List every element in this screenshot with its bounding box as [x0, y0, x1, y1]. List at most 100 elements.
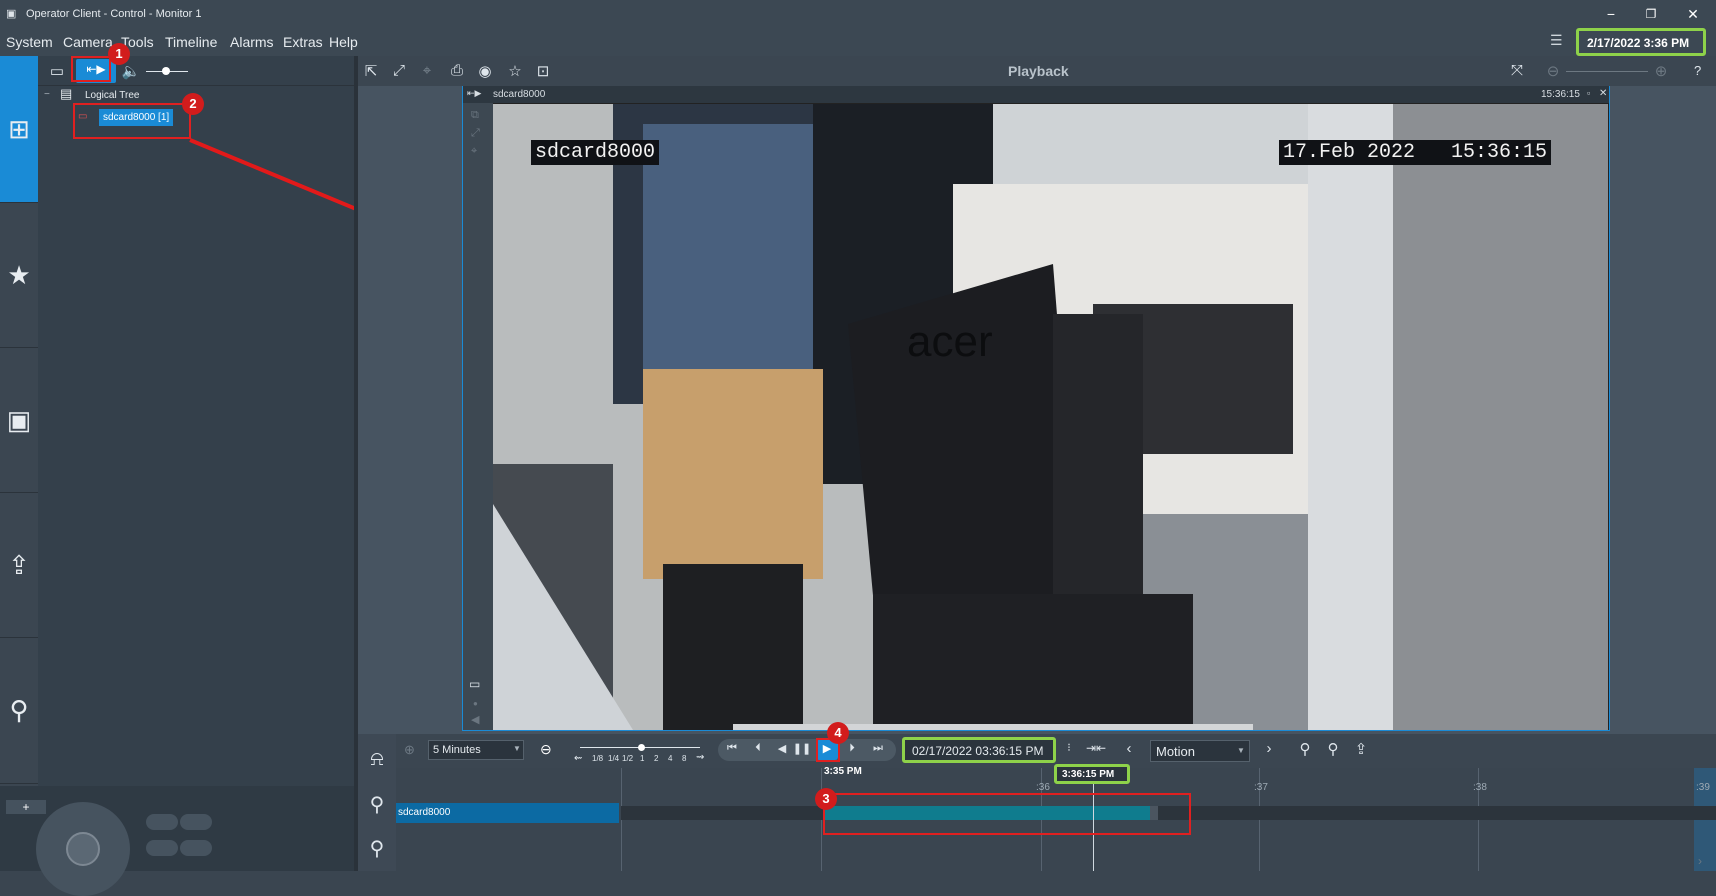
clock-highlight: 2/17/2022 3:36 PM: [1576, 28, 1706, 56]
tile-header: ⇤▶ sdcard8000 15:36:15 ▫ ✕: [463, 86, 1609, 103]
tick-37: :37: [1254, 782, 1268, 793]
tile-time: 15:36:15: [1541, 89, 1580, 100]
timeline-minus-icon[interactable]: ⊖: [540, 741, 552, 758]
monitor-brand: acer: [907, 317, 993, 366]
menu-extras[interactable]: Extras: [283, 34, 323, 50]
zoom-out-icon[interactable]: ⊖: [1542, 62, 1564, 80]
track-header[interactable]: sdcard8000: [396, 803, 619, 823]
resize-icon[interactable]: ⤢: [388, 62, 410, 79]
speed-slider-thumb[interactable]: [638, 744, 645, 751]
ptz-center[interactable]: [66, 832, 100, 866]
osd-datetime: 17.Feb 2022 15:36:15: [1279, 140, 1552, 165]
next-event-icon[interactable]: ›: [1262, 740, 1276, 757]
callout-1: 1: [108, 43, 130, 65]
zoom-in-icon[interactable]: ⊕: [1650, 62, 1672, 80]
tree-root[interactable]: Logical Tree: [85, 90, 139, 101]
step-forward-icon[interactable]: ⏵: [842, 742, 862, 755]
tile-maximize-icon[interactable]: ▫: [1587, 88, 1590, 98]
tile-audio-icon[interactable]: ◀: [471, 713, 479, 726]
chevron-down-icon: ▼: [513, 744, 521, 753]
video-tile[interactable]: acer sdcard8000 17.Feb 2022 15:36:15: [462, 86, 1610, 731]
menu-help[interactable]: Help: [329, 34, 358, 50]
callout-box-3: [823, 793, 1191, 835]
speed-label-8: 8: [682, 754, 687, 763]
exit-fullscreen-icon[interactable]: ⇱: [360, 62, 382, 80]
search-person-icon: ⚲: [9, 695, 29, 725]
close-button[interactable]: ✕: [1678, 4, 1708, 24]
ptz-preset-d[interactable]: [180, 840, 212, 856]
zoom-selection-icon[interactable]: ⚲: [1322, 740, 1344, 758]
menu-timeline[interactable]: Timeline: [165, 34, 217, 50]
volume-slider-thumb[interactable]: [162, 67, 170, 75]
print-icon[interactable]: ⎙: [446, 62, 468, 79]
cursor-time: 3:36:15 PM: [1062, 769, 1115, 780]
tile-zoom-icon[interactable]: ⤢: [471, 127, 480, 140]
tile-camera-name: sdcard8000: [493, 89, 546, 100]
speed-label-1: 1: [640, 754, 645, 763]
collapse-range-icon[interactable]: ⇥⇤: [1086, 741, 1106, 755]
ptz-preset-a[interactable]: [146, 814, 178, 830]
callout-box-1: [71, 56, 111, 82]
play-reverse-icon[interactable]: ◀: [772, 742, 792, 755]
time-range-select[interactable]: 5 Minutes ▼: [428, 740, 524, 760]
add-button[interactable]: +: [6, 800, 46, 814]
callout-3: 3: [815, 788, 837, 810]
audio-icon[interactable]: 🔈: [120, 62, 142, 80]
timeline-add-icon[interactable]: ⊕: [404, 742, 415, 758]
speed-label-1-4: 1/4: [608, 754, 620, 763]
export-icon[interactable]: ⇪: [1350, 740, 1372, 758]
ptz-preset-c[interactable]: [146, 840, 178, 856]
title-bar: ▣ Operator Client - Control - Monitor 1 …: [0, 0, 1716, 28]
collapse-icon[interactable]: −: [44, 89, 50, 100]
tile-window-icon[interactable]: ▭: [469, 677, 480, 691]
status-list-icon[interactable]: ☰: [1550, 32, 1566, 52]
favorites-tab[interactable]: ★: [0, 203, 38, 348]
callout-4: 4: [827, 722, 849, 744]
osd-camera-name: sdcard8000: [531, 140, 660, 165]
snapshot-icon[interactable]: ◉: [474, 62, 496, 80]
export-tab[interactable]: ⇪: [0, 493, 38, 638]
live-mode-icon[interactable]: ▭: [46, 62, 68, 80]
datetime-spin-icon[interactable]: ⁝: [1062, 741, 1076, 754]
bookmarks-tab[interactable]: ▣: [0, 348, 38, 493]
tick-38: :38: [1473, 782, 1487, 793]
person-search-icon[interactable]: ⚲: [362, 836, 392, 861]
pause-icon[interactable]: ❚❚: [792, 742, 812, 755]
search-tab[interactable]: ⚲: [0, 638, 38, 784]
image-pane-toolbar: ⇱ ⤢ ⌖ ⎙ ◉ ☆ ⊡ Playback ⤧ ⊖ ⊕ ?: [358, 56, 1716, 86]
previous-event-icon[interactable]: ‹: [1122, 740, 1136, 757]
minimize-button[interactable]: −: [1596, 4, 1626, 24]
menu-camera[interactable]: Camera: [63, 34, 113, 50]
tile-playback-icon: ⇤▶: [467, 88, 482, 98]
logical-tree-tab[interactable]: ⊞: [0, 56, 38, 203]
menu-system[interactable]: System: [6, 34, 53, 50]
speed-label-2: 2: [654, 754, 659, 763]
alarm-icon[interactable]: ⍾: [362, 748, 392, 771]
help-icon[interactable]: ?: [1694, 63, 1701, 78]
ptz-preset-b[interactable]: [180, 814, 212, 830]
tile-ptz-icon[interactable]: ⌖: [471, 145, 477, 158]
scroll-right-icon[interactable]: ›: [1698, 854, 1702, 868]
forensic-search-icon[interactable]: ⚲: [362, 792, 392, 817]
star-icon: ★: [7, 259, 31, 290]
track-label: sdcard8000: [398, 807, 451, 818]
close-all-icon[interactable]: ⤧: [1506, 62, 1528, 79]
bookmark-star-icon[interactable]: ☆: [504, 62, 526, 80]
app-icon: ▣: [6, 8, 17, 20]
ptz-icon[interactable]: ⌖: [416, 62, 438, 79]
tile-close-icon[interactable]: ✕: [1599, 88, 1607, 99]
tile-side-tools: ⧉ ⤢ ⌖ ▭ ● ◀: [463, 103, 493, 730]
skip-to-end-icon[interactable]: ⏭: [868, 742, 888, 755]
clock: 2/17/2022 3:36 PM: [1587, 36, 1690, 50]
restore-button[interactable]: ❐: [1636, 4, 1666, 24]
zoom-slider[interactable]: [1566, 71, 1648, 72]
step-back-icon[interactable]: ⏴: [748, 742, 768, 755]
menu-alarms[interactable]: Alarms: [230, 34, 274, 50]
frame-icon[interactable]: ⊡: [532, 62, 554, 80]
zoom-timeline-icon[interactable]: ⚲: [1294, 740, 1316, 758]
skip-to-start-icon[interactable]: ⏮: [722, 742, 742, 755]
search-mode-select[interactable]: Motion ▼: [1150, 740, 1250, 762]
menu-bar: System Camera Tools Timeline Alarms Extr…: [0, 28, 1716, 56]
tile-copy-icon[interactable]: ⧉: [471, 109, 479, 122]
datetime-field[interactable]: 02/17/2022 03:36:15 PM: [912, 744, 1043, 758]
